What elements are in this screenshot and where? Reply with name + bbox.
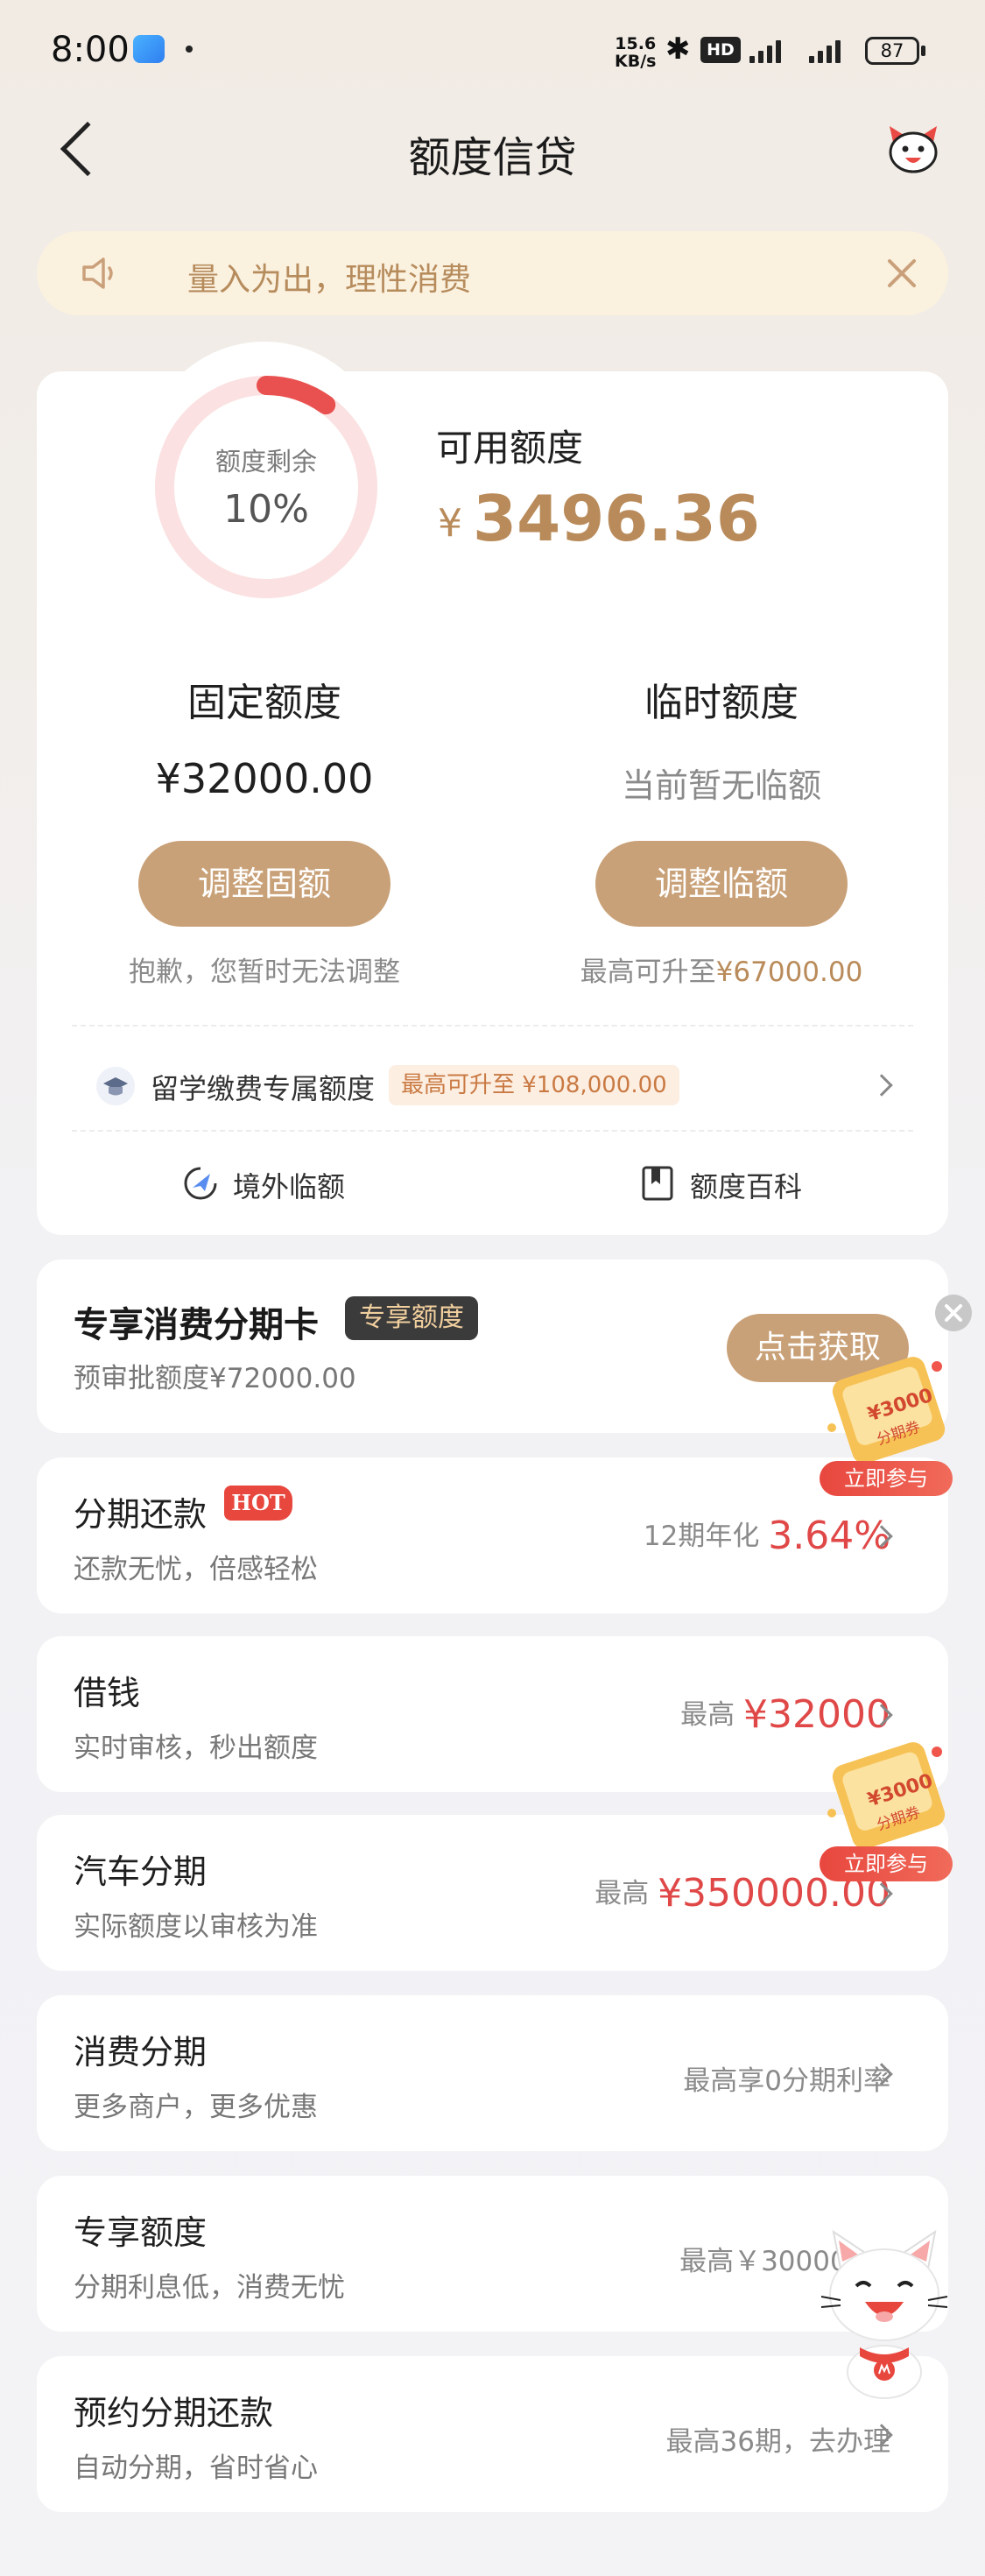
notification-dot-icon <box>186 46 193 53</box>
join-now-button[interactable]: 立即参与 <box>820 1461 953 1496</box>
temp-credit-title: 临时额度 <box>644 681 799 725</box>
rate-prefix: 12期年化 <box>643 1521 760 1552</box>
fixed-credit-title: 固定额度 <box>187 681 341 725</box>
fixed-credit-note: 抱歉，您暂时无法调整 <box>129 956 400 988</box>
adjust-fixed-button[interactable]: 调整固额 <box>138 841 390 927</box>
weather-app-icon <box>133 35 165 63</box>
max-prefix: 最高 <box>595 1878 650 1909</box>
row-title: 消费分期 <box>74 2033 208 2071</box>
signal-icon <box>749 39 795 63</box>
mascot-icon[interactable] <box>884 124 942 175</box>
battery-icon: 87 <box>865 37 919 65</box>
bluetooth-icon: ✱ <box>665 32 691 67</box>
row-rate: 12期年化 3.64% <box>644 1514 890 1558</box>
row-title: 预约分期还款 <box>74 2394 274 2432</box>
speaker-icon <box>82 258 113 289</box>
battery-tip <box>921 46 925 56</box>
study-credit-label: 留学缴费专属额度 <box>151 1072 376 1105</box>
plane-icon <box>184 1167 217 1200</box>
network-speed-value: 15.6 <box>615 34 657 53</box>
currency-symbol: ¥ <box>438 501 462 546</box>
close-icon[interactable] <box>884 256 919 291</box>
tool-label: 境外临额 <box>233 1170 346 1203</box>
promo-badge: 专享额度 <box>345 1296 478 1340</box>
signal-icon <box>809 39 855 63</box>
ring-percent: 10% <box>223 487 309 532</box>
notice-text: 量入为出，理性消费 <box>187 262 472 298</box>
temp-note-prefix: 最高可升至 <box>580 956 716 988</box>
temp-note-amount: ¥67000.00 <box>715 956 863 988</box>
notice-bar <box>37 231 948 315</box>
tool-label: 额度百科 <box>690 1170 803 1203</box>
row-subtitle: 实际额度以审核为准 <box>74 1911 318 1943</box>
row-subtitle: 还款无忧，倍感轻松 <box>74 1554 318 1585</box>
bottom-area <box>0 2544 985 2576</box>
row-subtitle: 更多商户，更多优惠 <box>74 2092 318 2123</box>
fixed-credit-amount: ¥32000.00 <box>155 755 374 802</box>
status-bar: 8:00 15.6 KB/s ✱ HD 87 <box>0 0 985 96</box>
network-speed: 15.6 KB/s <box>615 35 656 70</box>
row-title: 借钱 <box>74 1674 141 1712</box>
promo-subtitle: 预审批额度¥72000.00 <box>74 1363 356 1394</box>
status-time: 8:00 <box>51 30 130 70</box>
cat-mascot-icon[interactable] <box>814 2216 954 2400</box>
row-title: 专享额度 <box>74 2213 208 2252</box>
row-title: 分期还款 <box>74 1495 208 1534</box>
row-subtitle: 实时审核，秒出额度 <box>74 1733 318 1764</box>
row-subtitle: 分期利息低，消费无忧 <box>74 2272 345 2304</box>
row-subtitle: 自动分期，省时省心 <box>74 2452 318 2484</box>
page-title: 额度信贷 <box>408 133 577 182</box>
join-now-button[interactable]: 立即参与 <box>820 1846 953 1881</box>
adjust-temp-button[interactable]: 调整临额 <box>595 841 848 927</box>
divider <box>72 1130 913 1132</box>
row-right-text: 最高36期，去办理 <box>665 2426 890 2458</box>
ring-label: 额度剩余 <box>215 447 317 476</box>
row-right-text: 最高享0分期利率 <box>683 2065 890 2097</box>
network-speed-unit: KB/s <box>615 52 657 71</box>
study-credit-badge: 最高可升至 ¥108,000.00 <box>389 1065 679 1105</box>
max-prefix: 最高 <box>680 1699 735 1731</box>
close-icon[interactable] <box>935 1295 972 1331</box>
temp-credit-note: 最高可升至¥67000.00 <box>546 949 897 989</box>
graduation-cap-icon <box>96 1067 135 1105</box>
hot-badge: HOT <box>224 1486 292 1521</box>
divider <box>72 1025 913 1027</box>
row-title: 汽车分期 <box>74 1853 208 1891</box>
available-label: 可用额度 <box>436 427 584 469</box>
hd-icon: HD <box>700 37 741 63</box>
book-icon <box>642 1166 673 1201</box>
available-amount: 3496.36 <box>473 482 760 555</box>
promo-title: 专享消费分期卡 <box>74 1305 319 1345</box>
temp-credit-status: 当前暂无临额 <box>621 766 821 805</box>
